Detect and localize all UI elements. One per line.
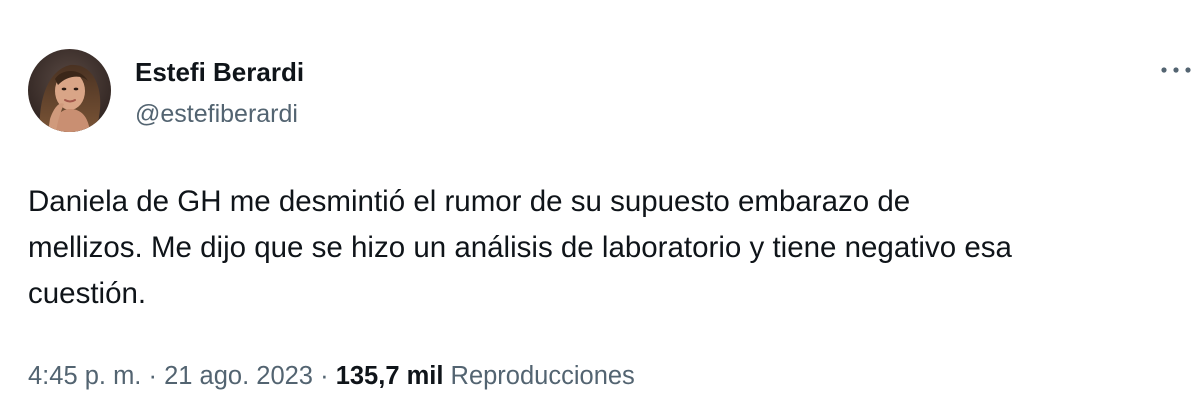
profile-photo	[28, 49, 111, 132]
views-link[interactable]: 135,7 mil Reproducciones	[336, 362, 635, 390]
meta-separator: ·	[148, 362, 158, 390]
tweet-time-link[interactable]: 4:45 p. m. · 21 ago. 2023	[28, 362, 313, 390]
views-label: Reproducciones	[450, 362, 635, 390]
tweet-date: 21 ago. 2023	[164, 362, 313, 390]
tweet-text: Daniela de GH me desmintió el rumor de s…	[28, 179, 1196, 317]
avatar[interactable]	[28, 49, 111, 132]
tweet-card: Estefi Berardi @estefiberardi Daniela de…	[0, 0, 1200, 413]
tweet-time: 4:45 p. m.	[28, 362, 142, 390]
meta-separator: ·	[320, 362, 329, 390]
tweet-text-line: mellizos. Me dijo que se hizo un análisi…	[28, 231, 1012, 264]
author-display-name[interactable]: Estefi Berardi	[135, 57, 304, 87]
views-count: 135,7 mil	[335, 362, 444, 390]
tweet-text-line: cuestión.	[28, 277, 147, 310]
tweet-text-line: Daniela de GH me desmintió el rumor de s…	[28, 185, 911, 218]
author-handle[interactable]: @estefiberardi	[135, 99, 298, 129]
more-options-icon[interactable]	[1158, 58, 1194, 82]
tweet-meta: 4:45 p. m. · 21 ago. 2023 · 135,7 mil Re…	[28, 360, 635, 392]
